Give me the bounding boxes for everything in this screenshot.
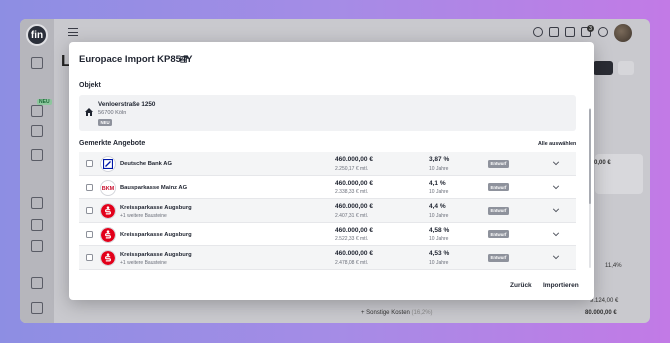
monthly-rate: 2.250,17 € mtl. [335,165,369,172]
back-button[interactable]: Zurück [510,282,532,289]
europace-import-dialog: Europace Import KP854Y Objekt Venloerstr… [69,42,594,300]
offer-checkbox[interactable] [86,207,93,214]
status-badge: Entwurf [488,230,509,238]
summary-value: 0,00 € [594,160,611,166]
chevron-down-icon[interactable] [552,206,560,214]
more-button[interactable] [618,61,634,75]
chart-icon[interactable] [31,277,43,289]
monthly-rate: 2.478,08 € mtl. [335,259,369,266]
sparkasse-logo-icon [100,226,116,243]
mail-icon[interactable] [31,240,43,252]
bank-name: Kreissparkasse Augsburg [120,231,192,238]
extra-components: +1 weitere Bausteine [120,212,167,219]
users-icon[interactable] [31,125,43,137]
offer-row: Kreissparkasse Augsburg +1 weitere Baust… [79,199,576,223]
bank-name: Kreissparkasse Augsburg [120,205,192,211]
deutsche-bank-logo-icon [100,156,116,172]
loan-amount: 460.000,00 € [335,156,373,163]
documents-icon[interactable] [31,105,43,117]
fixed-term: 10 Jahre [429,212,449,219]
objekt-city: 56700 Köln [98,109,127,116]
cost-line-amount: 9.124,00 € [590,298,619,304]
extra-components: +1 weitere Bausteine [120,259,167,266]
scrollbar-thumb[interactable] [589,109,591,204]
cost-line-total: 80.000,00 € [585,310,617,316]
offer-checkbox[interactable] [86,160,93,167]
svg-text:BKM: BKM [102,186,115,192]
bank-name: Bausparkasse Mainz AG [120,184,188,191]
offer-row: Kreissparkasse Augsburg 460.000,00 € 2.5… [79,222,576,246]
loan-amount: 460.000,00 € [335,226,373,234]
loan-amount: 460.000,00 € [335,203,373,210]
offer-checkbox[interactable] [86,230,93,238]
copy-icon[interactable] [31,197,43,209]
copy-icon[interactable] [565,27,575,37]
app-logo: fin [26,24,48,46]
monthly-rate: 2.522,33 € mtl. [335,236,369,242]
building-icon[interactable] [31,149,43,161]
status-badge: Entwurf [488,206,509,215]
interest-rate: 4,53 % [429,250,450,257]
objekt-street: Venloerstraße 1250 [98,101,156,108]
objekt-card: Venloerstraße 1250 56700 Köln NEU [79,95,576,131]
interest-rate: 4,1 % [429,179,446,187]
house-icon [85,108,93,116]
import-button[interactable]: Importieren [543,282,579,289]
offer-checkbox[interactable] [86,254,93,261]
sparkasse-logo-icon [100,203,116,219]
chat-icon[interactable] [31,302,43,314]
monthly-rate: 2.407,31 € mtl. [335,212,369,219]
monthly-rate: 2.338,33 € mtl. [335,189,369,195]
status-badge: Entwurf [488,159,509,168]
offer-row: BKM Bausparkasse Mainz AG 460.000,00 € 2… [79,175,576,199]
search-icon[interactable] [533,27,543,37]
avatar[interactable] [614,24,632,42]
help-icon[interactable] [598,27,608,37]
offer-row: Deutsche Bank AG 460.000,00 € 2.250,17 €… [79,152,576,176]
chevron-down-icon[interactable] [552,230,560,238]
bank-name: Kreissparkasse Augsburg [120,252,192,258]
chevron-down-icon[interactable] [552,183,560,191]
loan-amount: 460.000,00 € [335,250,373,257]
sparkasse-logo-icon [100,250,116,266]
calendar-icon[interactable] [31,219,43,231]
chevron-down-icon[interactable] [552,253,560,261]
loan-amount: 460.000,00 € [335,179,373,187]
status-badge: Entwurf [488,253,509,262]
app-sidebar: fin NEU [20,19,54,323]
fixed-term: 10 Jahre [429,189,449,195]
offer-checkbox[interactable] [86,183,93,191]
bank-name: Deutsche Bank AG [120,161,172,167]
fixed-term: 10 Jahre [429,165,449,172]
calendar-icon[interactable] [549,27,559,37]
fixed-term: 10 Jahre [429,236,449,242]
objekt-status-badge: NEU [98,119,113,126]
cost-line-percent: (16,2%) [411,310,433,316]
select-all-link[interactable]: Alle auswählen [538,141,576,147]
cost-line-label: + Sonstige Kosten (16,2%) [361,310,433,316]
notification-badge: 3 [587,25,594,32]
interest-rate: 4,58 % [429,226,450,234]
bkm-logo-icon: BKM [100,179,116,196]
external-link-icon[interactable] [180,55,188,63]
status-badge: Entwurf [488,183,509,191]
home-icon[interactable] [31,57,43,69]
primary-action-button[interactable] [593,61,613,75]
summary-percent: 11,4% [605,263,622,269]
cost-line-label-text: Sonstige Kosten [366,310,410,316]
offers-list: Deutsche Bank AG 460.000,00 € 2.250,17 €… [79,152,576,270]
dialog-title: Europace Import KP854Y [79,54,193,65]
interest-rate: 4,4 % [429,203,446,210]
chevron-down-icon[interactable] [552,159,560,167]
offers-label: Gemerkte Angebote [79,140,146,147]
offer-row: Kreissparkasse Augsburg +1 weitere Baust… [79,246,576,270]
interest-rate: 3,87 % [429,156,450,163]
objekt-label: Objekt [79,82,101,89]
fixed-term: 10 Jahre [429,259,449,266]
menu-icon[interactable] [68,28,78,36]
